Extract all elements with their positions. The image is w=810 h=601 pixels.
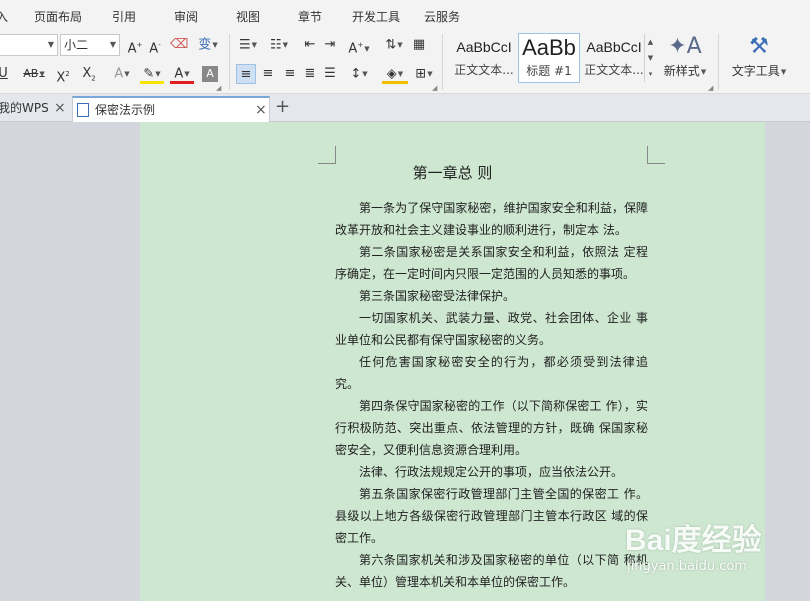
separator bbox=[442, 34, 443, 90]
distributed-align-icon[interactable]: ☰ bbox=[322, 64, 338, 84]
font-size-value: 小二 bbox=[64, 38, 89, 52]
menu-tab-references[interactable]: 引用 bbox=[112, 8, 136, 25]
baidu-jingyan-watermark: Bai度经验 jingyan.baidu.com bbox=[625, 515, 805, 595]
superscript-icon[interactable]: X2 bbox=[54, 64, 72, 85]
menu-tab-cloud[interactable]: 云服务 bbox=[424, 8, 460, 25]
align-right-icon[interactable]: ≡ bbox=[282, 64, 298, 84]
highlight-icon[interactable]: ✎▼ bbox=[140, 64, 164, 84]
style-caption: 标题 #1 bbox=[526, 64, 572, 78]
paragraph[interactable]: 第六条国家机关和涉及国家秘密的单位（以下简 称机关、单位）管理本机关和本单位的保… bbox=[335, 549, 648, 593]
borders-icon[interactable]: ⊞▼ bbox=[412, 64, 436, 84]
text-tools-button[interactable]: ⚒ 文字工具▼ bbox=[726, 34, 792, 79]
paragraph[interactable]: 第三条国家秘密受法律保护。 bbox=[335, 285, 648, 307]
new-style-icon: ✦A bbox=[668, 34, 702, 59]
bullet-list-icon[interactable]: ☰▼ bbox=[236, 35, 260, 55]
paragraph[interactable]: 第一条为了保守国家秘密，维护国家安全和利益，保障改革开放和社会主义建设事业的顺利… bbox=[335, 197, 648, 241]
new-style-button[interactable]: ✦A 新样式▼ bbox=[660, 34, 710, 79]
text-effect-icon[interactable]: A▼ bbox=[110, 64, 134, 84]
phonetic-label: 变 bbox=[198, 37, 212, 53]
document-heading[interactable]: 第一章总 则 bbox=[140, 162, 765, 183]
expand-gallery-icon[interactable]: ▾ bbox=[645, 66, 656, 82]
paragraph[interactable]: 一切国家机关、武装力量、政党、社会团体、企业 事业单位和公民都有保守国家秘密的义… bbox=[335, 307, 648, 351]
document-icon bbox=[77, 103, 89, 117]
paragraph[interactable]: 第二条国家秘密是关系国家安全和利益，依照法 定程序确定，在一定时间内只限一定范围… bbox=[335, 241, 648, 285]
text-tools-icon: ⚒ bbox=[749, 34, 769, 59]
decrease-indent-icon[interactable]: ⇤ bbox=[302, 35, 318, 55]
separator bbox=[718, 34, 719, 90]
clear-format-icon[interactable]: ⌫ bbox=[170, 35, 188, 55]
watermark-logo: Bai度经验 bbox=[625, 524, 762, 557]
style-sample: AaBbCcI bbox=[456, 39, 512, 55]
doc-tab-label: 我的WPS bbox=[0, 101, 49, 115]
doc-tab-label: 保密法示例 bbox=[95, 103, 156, 117]
sort-icon[interactable]: ⇅▼ bbox=[382, 35, 406, 55]
phonetic-guide-icon[interactable]: 变▼ bbox=[194, 35, 222, 55]
paragraph[interactable]: 第四条保守国家秘密的工作（以下简称保密工 作），实行积极防范、突出重点、依法管理… bbox=[335, 395, 648, 461]
menu-tab-page-layout[interactable]: 页面布局 bbox=[34, 8, 82, 25]
doc-tab-my-wps[interactable]: 我的WPS × bbox=[0, 96, 70, 122]
menu-tab-developer[interactable]: 开发工具 bbox=[352, 8, 400, 25]
change-case-icon[interactable]: A+▼ bbox=[344, 35, 374, 56]
shading-icon[interactable]: ◈▼ bbox=[382, 64, 408, 84]
close-icon[interactable]: × bbox=[255, 98, 267, 122]
style-caption: 正文文本... bbox=[584, 63, 644, 77]
new-tab-icon[interactable]: + bbox=[275, 96, 290, 117]
watermark-url: jingyan.baidu.com bbox=[627, 559, 747, 574]
strikethrough-icon[interactable]: AB▼ bbox=[20, 64, 48, 84]
line-spacing-icon[interactable]: ↕▼ bbox=[346, 64, 372, 84]
style-sample: AaBb bbox=[522, 35, 576, 60]
paragraph-dialog-launcher-icon[interactable]: ◢ bbox=[432, 84, 437, 92]
subscript-icon[interactable]: X2 bbox=[80, 64, 98, 84]
menu-tab-review[interactable]: 审阅 bbox=[174, 8, 198, 25]
chevron-up-icon[interactable]: ▲ bbox=[645, 34, 656, 50]
style-body-text-2[interactable]: AaBbCcI 正文文本... bbox=[582, 33, 646, 83]
style-sample: AaBbCcI bbox=[586, 39, 642, 55]
new-style-label: 新样式 bbox=[663, 64, 700, 78]
chevron-down-icon: ▼ bbox=[109, 40, 116, 49]
numbered-list-icon[interactable]: ☷▼ bbox=[266, 35, 292, 55]
font-color-icon[interactable]: A▼ bbox=[170, 64, 194, 84]
text-tools-label: 文字工具 bbox=[731, 64, 780, 78]
character-shading-icon[interactable]: A bbox=[202, 66, 218, 82]
align-left-icon[interactable]: ≡ bbox=[236, 64, 256, 84]
style-body-text-1[interactable]: AaBbCcI 正文文本... bbox=[452, 33, 516, 83]
close-icon[interactable]: × bbox=[54, 96, 66, 120]
style-heading-1[interactable]: AaBb 标题 #1 bbox=[518, 33, 580, 83]
style-caption: 正文文本... bbox=[454, 63, 514, 77]
font-size-combo[interactable]: 小二 ▼ bbox=[60, 34, 120, 56]
align-center-icon[interactable]: ≡ bbox=[260, 64, 276, 84]
increase-font-icon[interactable]: A+ bbox=[126, 35, 144, 56]
decrease-font-icon[interactable]: A- bbox=[146, 35, 164, 56]
style-gallery: AaBbCcI 正文文本... AaBb 标题 #1 AaBbCcI 正文文本.… bbox=[448, 33, 656, 91]
font-name-combo[interactable]: ▼ bbox=[0, 34, 58, 56]
paragraph[interactable]: 任何危害国家秘密安全的行为，都必须受到法律追 究。 bbox=[335, 351, 648, 395]
menu-tab-insert[interactable]: 入 bbox=[0, 8, 8, 25]
style-gallery-scrollbar[interactable]: ▲ ▼ ▾ bbox=[644, 34, 656, 82]
increase-indent-icon[interactable]: ⇥ bbox=[322, 35, 338, 55]
styles-dialog-launcher-icon[interactable]: ◢ bbox=[708, 84, 713, 92]
font-dialog-launcher-icon[interactable]: ◢ bbox=[216, 84, 221, 92]
chevron-down-icon[interactable]: ▼ bbox=[645, 50, 656, 66]
document-tab-bar: 我的WPS × 保密法示例 × bbox=[0, 94, 810, 122]
doc-tab-confidentiality-law[interactable]: 保密法示例 × bbox=[72, 96, 270, 122]
justify-icon[interactable]: ≣ bbox=[302, 64, 318, 84]
menu-tab-chapter[interactable]: 章节 bbox=[298, 8, 322, 25]
underline-icon[interactable]: U bbox=[0, 64, 8, 84]
separator bbox=[229, 34, 230, 90]
document-body[interactable]: 第一条为了保守国家秘密，维护国家安全和利益，保障改革开放和社会主义建设事业的顺利… bbox=[335, 197, 648, 593]
menu-tab-view[interactable]: 视图 bbox=[236, 8, 260, 25]
paragraph[interactable]: 第五条国家保密行政管理部门主管全国的保密工 作。县级以上地方各级保密行政管理部门… bbox=[335, 483, 648, 549]
ribbon-toolbar: ▼ 小二 ▼ A+ A- ⌫ 变▼ U AB▼ X2 X2 A▼ ✎▼ A▼ A… bbox=[0, 30, 810, 94]
paragraph[interactable]: 法律、行政法规规定公开的事项，应当依法公开。 bbox=[335, 461, 648, 483]
chevron-down-icon: ▼ bbox=[47, 40, 54, 49]
menu-bar: 入 页面布局 引用 审阅 视图 章节 开发工具 云服务 bbox=[0, 0, 810, 30]
table-grid-icon[interactable]: ▦ bbox=[410, 35, 428, 55]
